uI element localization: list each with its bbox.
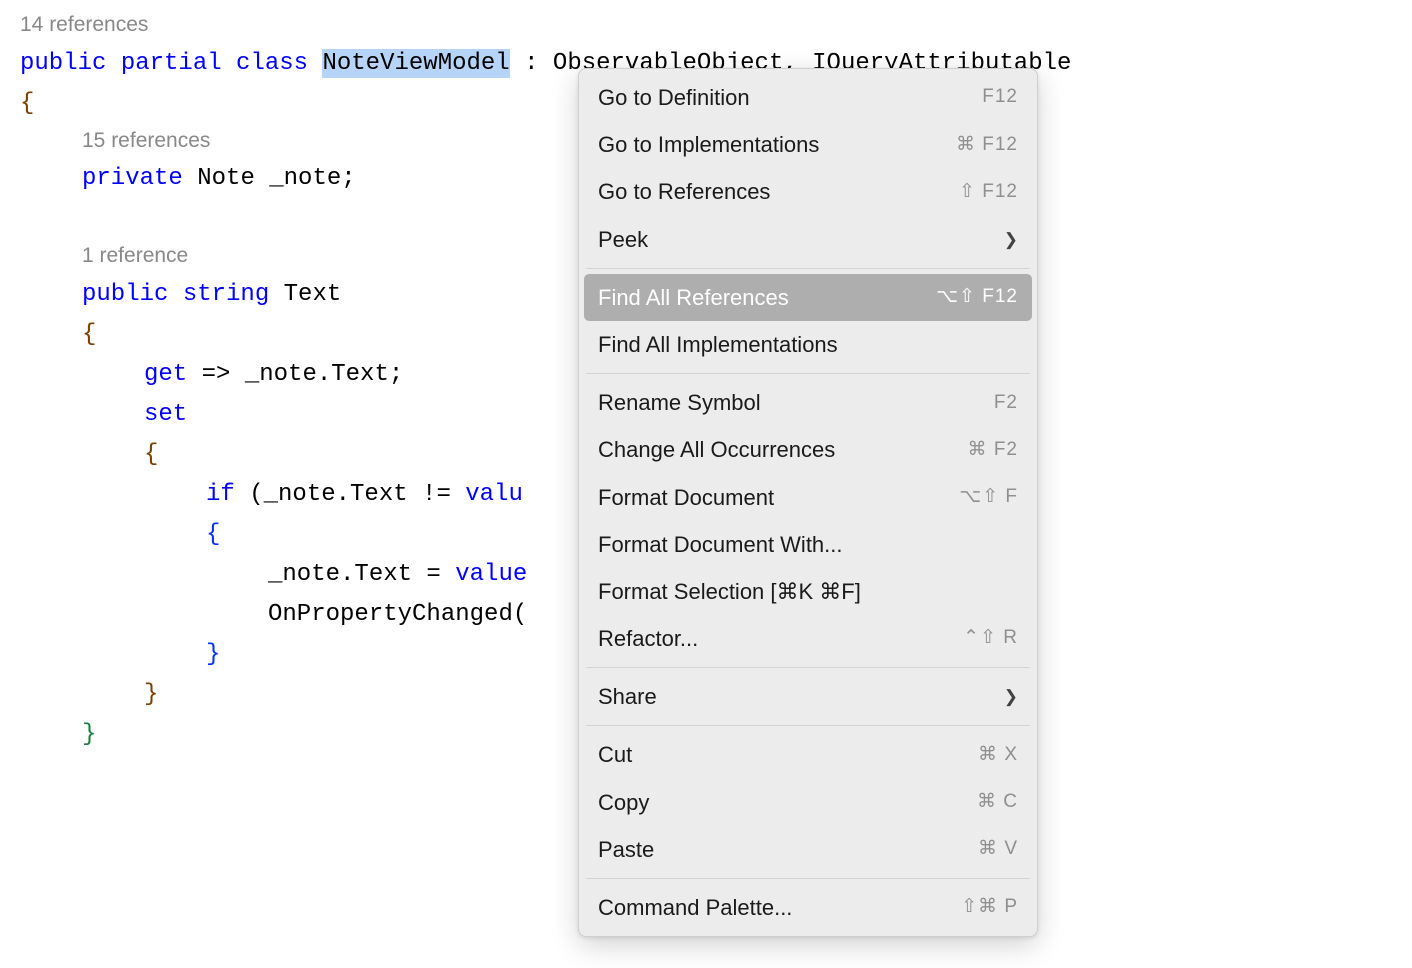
keyword-public: public bbox=[20, 50, 106, 77]
menu-shortcut: ⇧ F12 bbox=[959, 177, 1018, 207]
menu-separator bbox=[586, 878, 1030, 879]
brace-blue: { bbox=[206, 521, 220, 548]
menu-shortcut: ⌥⇧ F12 bbox=[936, 282, 1018, 312]
menu-shortcut: ⌘ C bbox=[977, 787, 1018, 817]
chevron-right-icon: ❯ bbox=[1004, 226, 1018, 253]
menu-shortcut: ⇧⌘ P bbox=[961, 892, 1018, 922]
menu-share[interactable]: Share ❯ bbox=[584, 673, 1032, 720]
keyword-public: public bbox=[82, 281, 168, 308]
menu-label: Cut bbox=[598, 737, 978, 772]
text-property-name: Text bbox=[269, 281, 341, 308]
brace-green-close: } bbox=[82, 721, 96, 748]
keyword-partial: partial bbox=[106, 50, 221, 77]
menu-format-selection[interactable]: Format Selection [⌘K ⌘F] bbox=[584, 568, 1032, 615]
brace-brown: { bbox=[82, 321, 96, 348]
menu-label: Peek bbox=[598, 222, 1004, 257]
chevron-right-icon: ❯ bbox=[1004, 683, 1018, 710]
menu-separator bbox=[586, 268, 1030, 269]
menu-label: Go to Definition bbox=[598, 80, 982, 115]
menu-refactor[interactable]: Refactor... ⌃⇧ R bbox=[584, 615, 1032, 662]
text-if-cond: (_note.Text != bbox=[235, 481, 465, 508]
text-assign: _note.Text = bbox=[268, 561, 455, 588]
menu-label: Rename Symbol bbox=[598, 385, 994, 420]
menu-label: Find All Implementations bbox=[598, 327, 1018, 362]
keyword-private: private bbox=[82, 165, 183, 192]
menu-label: Format Selection [⌘K ⌘F] bbox=[598, 574, 1018, 609]
text-space bbox=[308, 50, 322, 77]
menu-label: Paste bbox=[598, 832, 978, 867]
keyword-get: get bbox=[144, 361, 187, 388]
selected-classname[interactable]: NoteViewModel bbox=[322, 49, 509, 78]
menu-label: Go to References bbox=[598, 174, 959, 209]
menu-separator bbox=[586, 667, 1030, 668]
menu-label: Format Document bbox=[598, 480, 959, 515]
menu-find-all-implementations[interactable]: Find All Implementations bbox=[584, 321, 1032, 368]
context-menu[interactable]: Go to Definition F12 Go to Implementatio… bbox=[578, 68, 1038, 937]
menu-shortcut: ⌘ F2 bbox=[968, 435, 1018, 465]
keyword-value: valu bbox=[465, 481, 523, 508]
menu-format-document[interactable]: Format Document ⌥⇧ F bbox=[584, 474, 1032, 521]
menu-copy[interactable]: Copy ⌘ C bbox=[584, 779, 1032, 826]
brace-blue-close: } bbox=[206, 641, 220, 668]
menu-shortcut: ⌘ F12 bbox=[956, 130, 1018, 160]
menu-label: Go to Implementations bbox=[598, 127, 956, 162]
menu-go-to-implementations[interactable]: Go to Implementations ⌘ F12 bbox=[584, 121, 1032, 168]
text-get-body: => _note.Text; bbox=[187, 361, 403, 388]
brace-open: { bbox=[20, 90, 34, 117]
menu-rename-symbol[interactable]: Rename Symbol F2 bbox=[584, 379, 1032, 426]
menu-go-to-references[interactable]: Go to References ⇧ F12 bbox=[584, 168, 1032, 215]
menu-command-palette[interactable]: Command Palette... ⇧⌘ P bbox=[584, 884, 1032, 931]
menu-separator bbox=[586, 373, 1030, 374]
menu-change-all-occurrences[interactable]: Change All Occurrences ⌘ F2 bbox=[584, 426, 1032, 473]
menu-shortcut: ⌘ V bbox=[978, 834, 1018, 864]
menu-shortcut: ⌘ X bbox=[978, 740, 1018, 770]
menu-label: Refactor... bbox=[598, 621, 963, 656]
menu-go-to-definition[interactable]: Go to Definition F12 bbox=[584, 74, 1032, 121]
menu-shortcut: F2 bbox=[994, 388, 1018, 418]
keyword-string: string bbox=[168, 281, 269, 308]
menu-format-document-with[interactable]: Format Document With... bbox=[584, 521, 1032, 568]
menu-label: Command Palette... bbox=[598, 890, 961, 925]
brace-brown: { bbox=[144, 441, 158, 468]
keyword-if: if bbox=[206, 481, 235, 508]
codelens-ref-14[interactable]: 14 references bbox=[20, 8, 1412, 42]
menu-shortcut: ⌥⇧ F bbox=[959, 482, 1018, 512]
menu-label: Format Document With... bbox=[598, 527, 1018, 562]
menu-cut[interactable]: Cut ⌘ X bbox=[584, 731, 1032, 778]
menu-paste[interactable]: Paste ⌘ V bbox=[584, 826, 1032, 873]
text-field-decl: Note _note; bbox=[183, 165, 356, 192]
menu-find-all-references[interactable]: Find All References ⌥⇧ F12 bbox=[584, 274, 1032, 321]
text-method-call: OnPropertyChanged( bbox=[268, 601, 527, 628]
menu-label: Copy bbox=[598, 785, 977, 820]
menu-shortcut: F12 bbox=[982, 82, 1018, 112]
menu-peek[interactable]: Peek ❯ bbox=[584, 216, 1032, 263]
keyword-set: set bbox=[144, 401, 187, 428]
menu-shortcut: ⌃⇧ R bbox=[963, 623, 1018, 653]
menu-label: Share bbox=[598, 679, 1004, 714]
menu-label: Find All References bbox=[598, 280, 936, 315]
brace-brown-close: } bbox=[144, 681, 158, 708]
menu-separator bbox=[586, 725, 1030, 726]
menu-label: Change All Occurrences bbox=[598, 432, 968, 467]
keyword-value: value bbox=[455, 561, 527, 588]
keyword-class: class bbox=[222, 50, 308, 77]
